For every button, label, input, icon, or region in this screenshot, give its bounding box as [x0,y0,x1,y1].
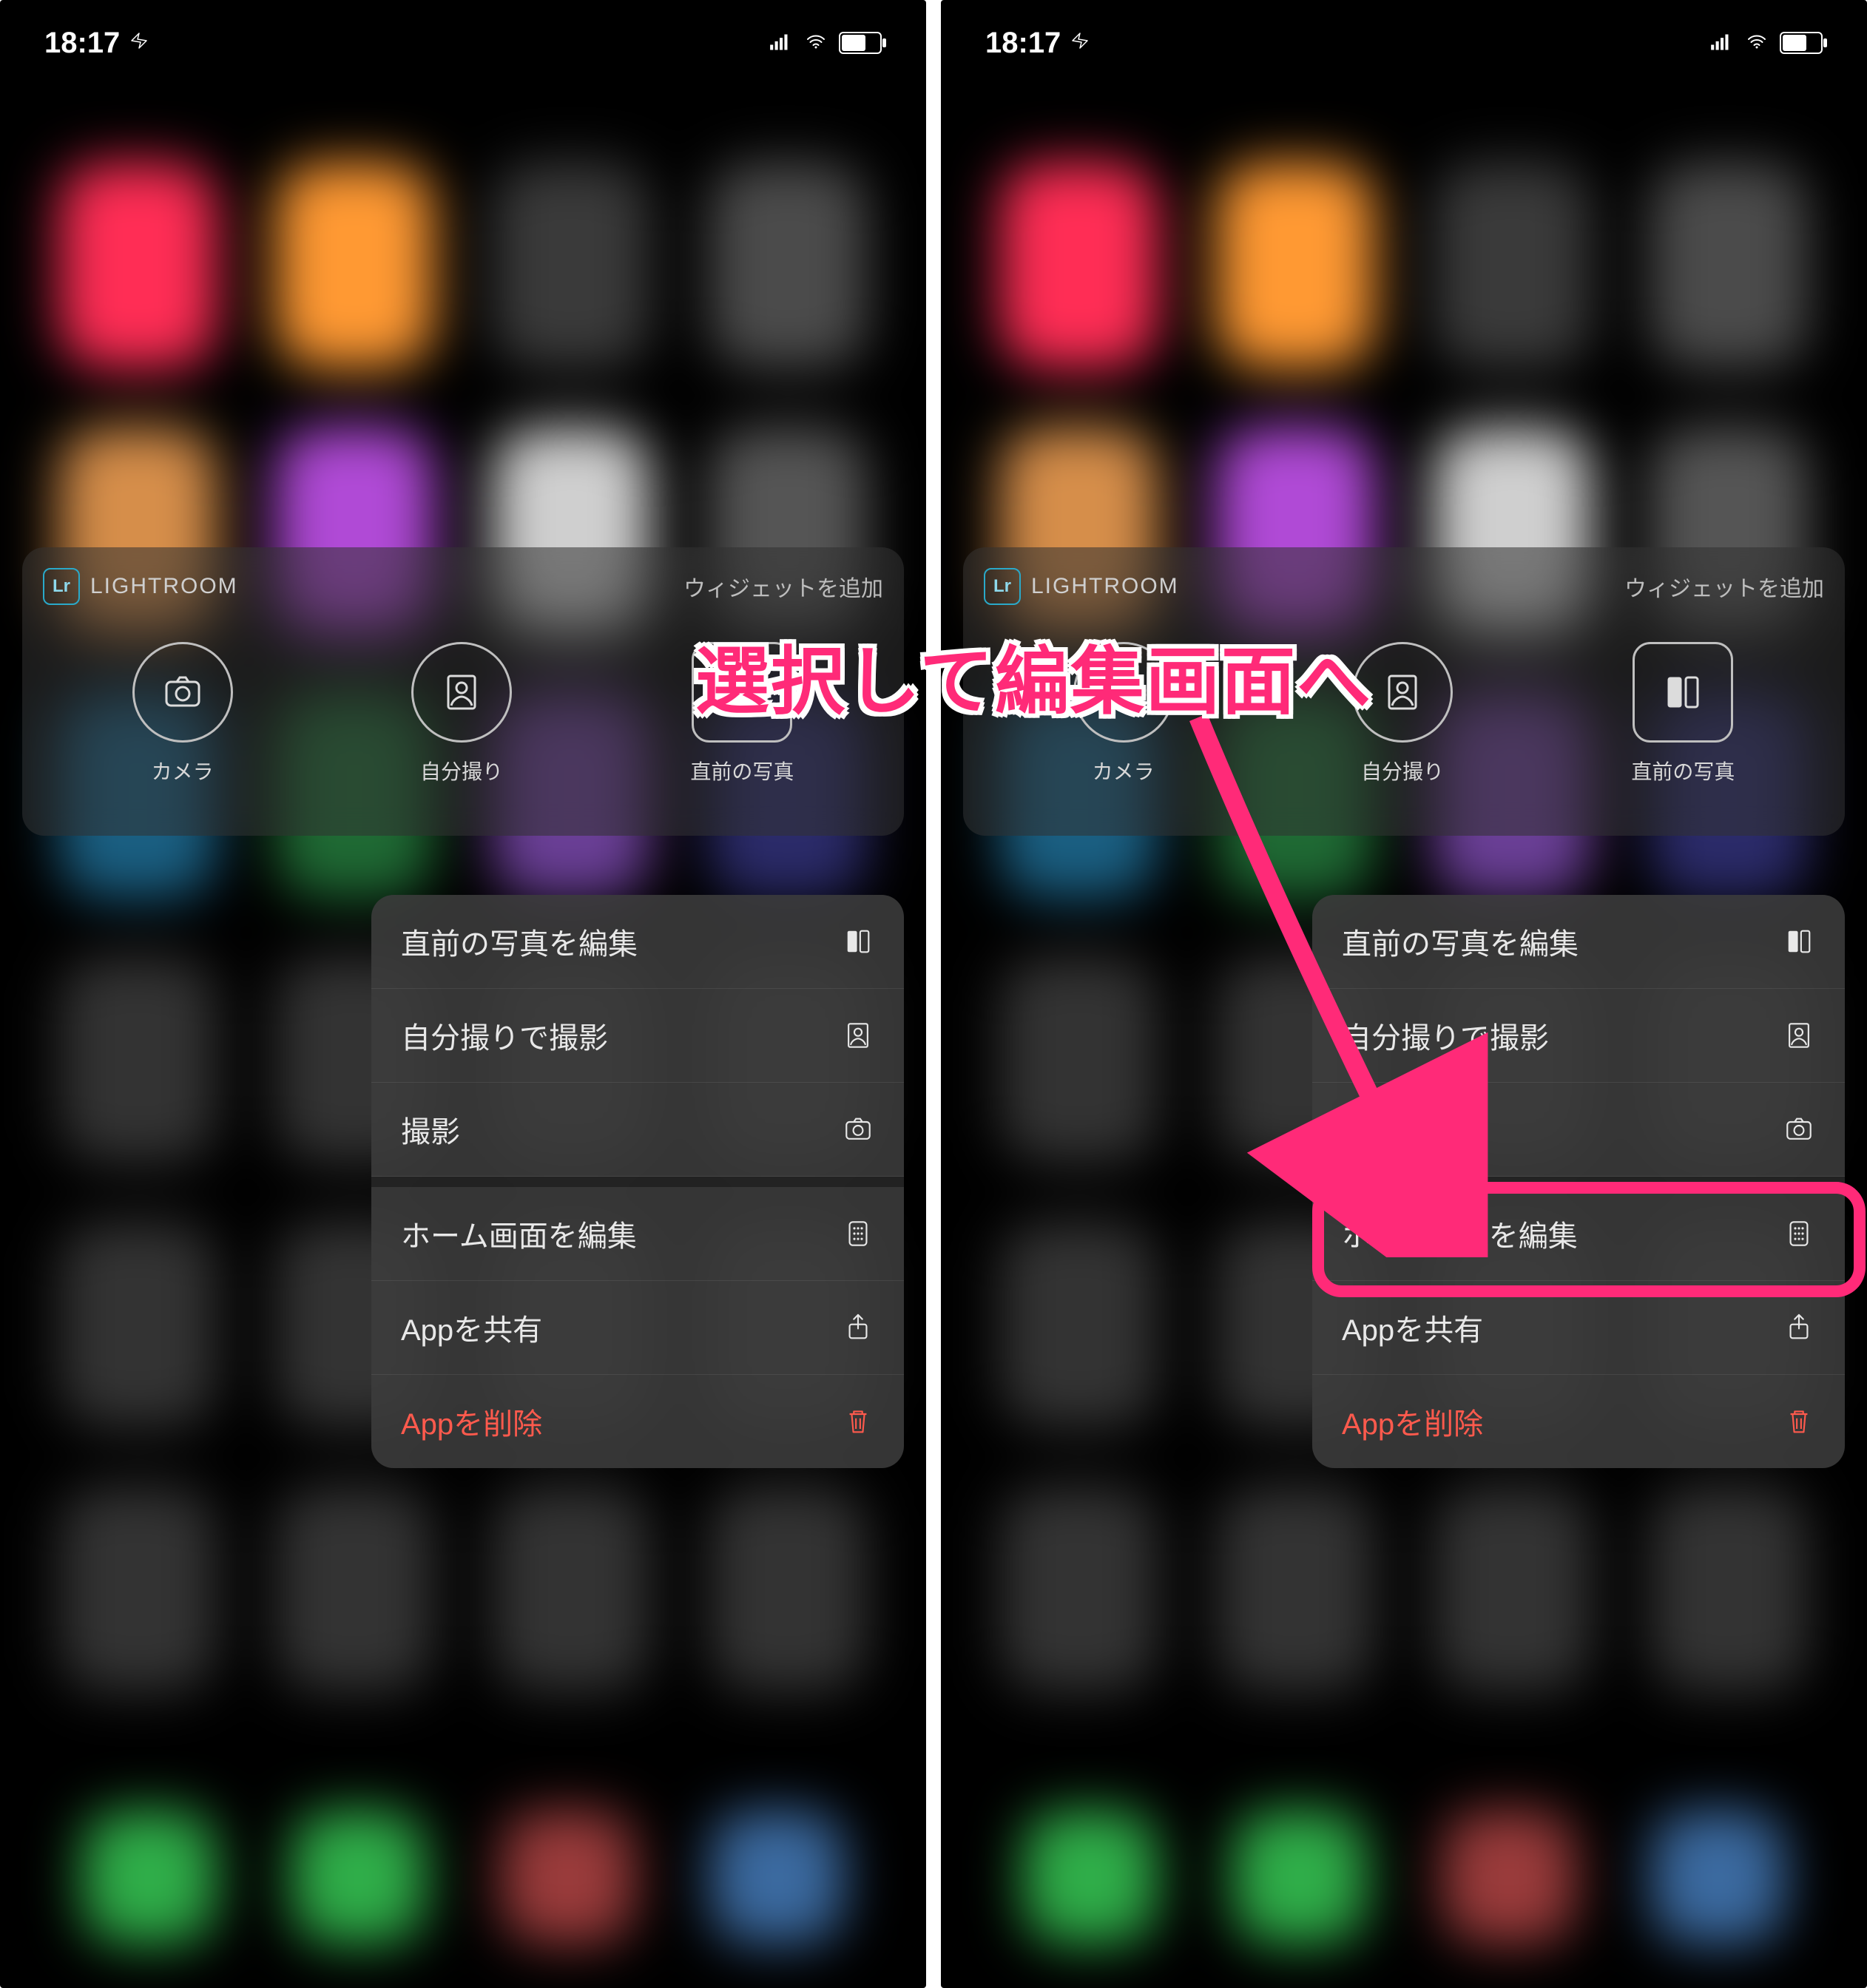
widget-action-label: 自分撮り [1361,756,1444,785]
portrait-icon [842,1019,874,1052]
annotation-highlight [1312,1182,1866,1297]
cellular-icon [766,27,793,60]
location-icon [1071,27,1092,60]
wifi-icon [803,27,828,60]
status-time: 18:17 [985,27,1061,60]
camera-icon [842,1113,874,1146]
menu-item-label: Appを共有 [401,1306,542,1349]
lr-rect-icon [1783,925,1815,958]
menu-item-label: 撮影 [401,1108,460,1151]
menu-item-0[interactable]: 直前の写真を編集 [1312,895,1845,989]
menu-item-3[interactable]: ホーム画面を編集 [371,1177,904,1281]
menu-item-label: 自分撮りで撮影 [401,1014,608,1057]
menu-item-5[interactable]: Appを削除 [1312,1375,1845,1468]
add-widget-button[interactable]: ウィジェットを追加 [683,570,883,603]
app-badge-icon: Lr [984,568,1021,605]
wifi-icon [1744,27,1769,60]
menu-item-1[interactable]: 自分撮りで撮影 [371,989,904,1083]
menu-item-label: Appを共有 [1342,1306,1483,1349]
widget-action-label: カメラ [152,756,214,785]
battery-icon [1780,32,1823,54]
dock-background [941,1766,1867,1988]
trash-icon [842,1405,874,1438]
menu-item-label: 撮影 [1342,1108,1401,1151]
menu-item-label: 直前の写真を編集 [1342,920,1579,963]
cellular-icon [1707,27,1734,60]
camera-icon [1783,1113,1815,1146]
menu-item-label: 直前の写真を編集 [401,920,638,963]
menu-item-5[interactable]: Appを削除 [371,1375,904,1468]
context-menu: 直前の写真を編集 自分撮りで撮影 撮影 ホーム画面を編集 Appを共有 Appを… [371,895,904,1468]
widget-title: LIGHTROOM [90,574,238,599]
phone-right: 18:17 Lr LIGHTROOM ウィジェットを追加 カメラ [941,0,1867,1988]
widget-title: LIGHTROOM [1031,574,1179,599]
menu-item-4[interactable]: Appを共有 [371,1281,904,1375]
status-bar: 18:17 [941,21,1867,65]
lr-rect-icon [1633,642,1733,743]
battery-icon [839,32,882,54]
camera-icon [132,642,233,743]
apps-icon [842,1217,874,1250]
annotation-text: 選択して編集画面へ [695,621,1372,728]
menu-item-label: ホーム画面を編集 [401,1212,637,1255]
menu-item-label: Appを削除 [401,1400,542,1443]
dock-background [0,1766,926,1988]
share-icon [1783,1311,1815,1344]
status-time: 18:17 [44,27,120,60]
menu-item-1[interactable]: 自分撮りで撮影 [1312,989,1845,1083]
menu-item-label: 自分撮りで撮影 [1342,1014,1549,1057]
widget-action-label: カメラ [1093,756,1155,785]
widget-action-label: 自分撮り [420,756,503,785]
phone-left: 18:17 Lr LIGHTROOM ウィジェットを追加 カメラ [0,0,926,1988]
menu-item-2[interactable]: 撮影 [1312,1083,1845,1177]
app-badge-icon: Lr [43,568,80,605]
widget-action-label: 直前の写真 [690,756,794,785]
portrait-icon [1783,1019,1815,1052]
lr-rect-icon [842,925,874,958]
status-bar: 18:17 [0,21,926,65]
share-icon [842,1311,874,1344]
add-widget-button[interactable]: ウィジェットを追加 [1624,570,1824,603]
widget-action-label: 直前の写真 [1631,756,1735,785]
widget-action-2[interactable]: 直前の写真 [1631,642,1735,785]
location-icon [130,27,151,60]
trash-icon [1783,1405,1815,1438]
menu-item-0[interactable]: 直前の写真を編集 [371,895,904,989]
widget-action-0[interactable]: カメラ [132,642,233,785]
menu-item-label: Appを削除 [1342,1400,1483,1443]
menu-item-2[interactable]: 撮影 [371,1083,904,1177]
portrait-icon [411,642,512,743]
widget-action-1[interactable]: 自分撮り [411,642,512,785]
